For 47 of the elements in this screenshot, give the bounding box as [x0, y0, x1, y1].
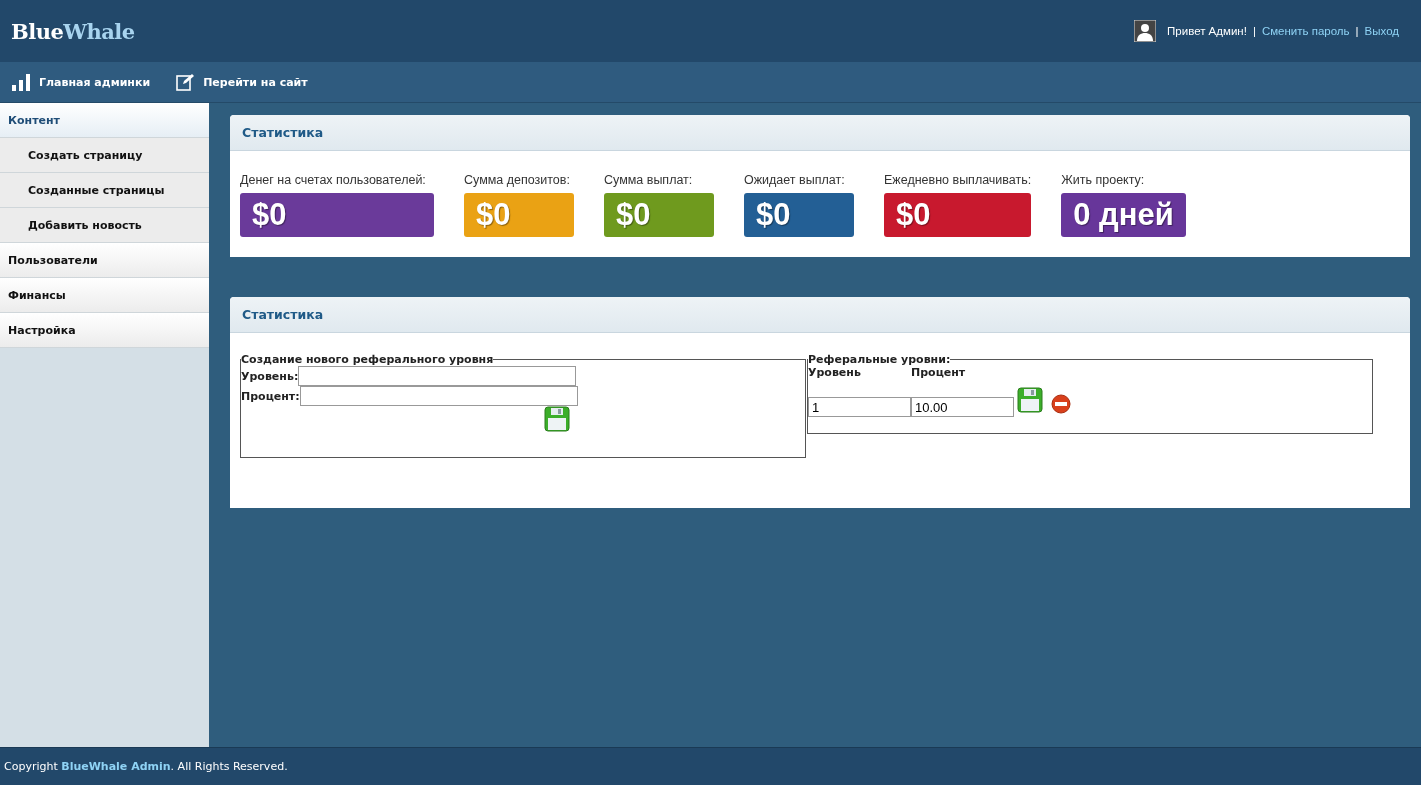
stat-value: 0 дней	[1061, 193, 1186, 237]
fieldset-legend: Создание нового реферального уровня	[241, 353, 494, 366]
copyright-text: Copyright BlueWhale Admin. All Rights Reserved.	[4, 760, 288, 773]
stat-value: $0	[464, 193, 574, 237]
stat-label: Ежедневно выплачивать:	[884, 173, 1032, 187]
level-input[interactable]: 1	[808, 397, 911, 417]
percent-input[interactable]: 10.00	[911, 397, 1014, 417]
delete-button[interactable]	[1051, 394, 1071, 414]
stat-value: $0	[744, 193, 854, 237]
stat-label: Денег на счетах пользователей:	[240, 173, 427, 187]
nav-link[interactable]: Главная админки	[12, 73, 151, 91]
change-password-link[interactable]: Сменить пароль	[1261, 25, 1350, 37]
sidebar-item[interactable]: Создать страницу	[0, 138, 209, 173]
fieldset-legend: Реферальные уровни:	[808, 353, 951, 366]
panel-title: Статистика	[242, 125, 324, 140]
level-input[interactable]	[298, 366, 577, 386]
nav-link[interactable]: Перейти на сайт	[176, 73, 308, 91]
save-button[interactable]	[544, 406, 570, 432]
user-avatar-icon	[1134, 20, 1157, 42]
sidebar-item[interactable]: Финансы	[0, 278, 209, 313]
stat-label: Сумма выплат:	[604, 173, 694, 187]
sidebar-item[interactable]: Настройка	[0, 313, 209, 348]
sidebar-item[interactable]: Контент	[0, 103, 209, 138]
sidebar-item[interactable]: Добавить новость	[0, 208, 209, 243]
sidebar-item[interactable]: Созданные страницы	[0, 173, 209, 208]
percent-input[interactable]	[299, 386, 578, 406]
bar-chart-icon	[12, 73, 30, 91]
stat-label: Сумма депозитов:	[464, 173, 571, 187]
panel-title: Статистика	[242, 307, 324, 322]
column-header: Уровень	[808, 366, 862, 379]
sidebar-item[interactable]: Пользователи	[0, 243, 209, 278]
logout-link[interactable]: Выход	[1364, 25, 1399, 37]
save-button[interactable]	[1017, 387, 1043, 413]
field-label: Уровень:	[241, 369, 299, 383]
logo: BlueWhale	[11, 18, 135, 44]
stat-value: $0	[240, 193, 434, 237]
greeting-text: Привет Админ!	[1167, 25, 1247, 37]
stat-label: Ожидает выплат:	[744, 173, 846, 187]
field-label: Процент:	[241, 389, 300, 403]
pencil-icon	[176, 73, 195, 91]
stat-value: $0	[604, 193, 714, 237]
column-header: Процент	[911, 366, 967, 379]
separator-text: |	[1355, 25, 1359, 37]
separator-text: |	[1252, 25, 1256, 37]
admin-link[interactable]: BlueWhale Admin	[61, 760, 171, 773]
stat-label: Жить проекту:	[1061, 173, 1146, 187]
stat-value: $0	[884, 193, 1032, 237]
